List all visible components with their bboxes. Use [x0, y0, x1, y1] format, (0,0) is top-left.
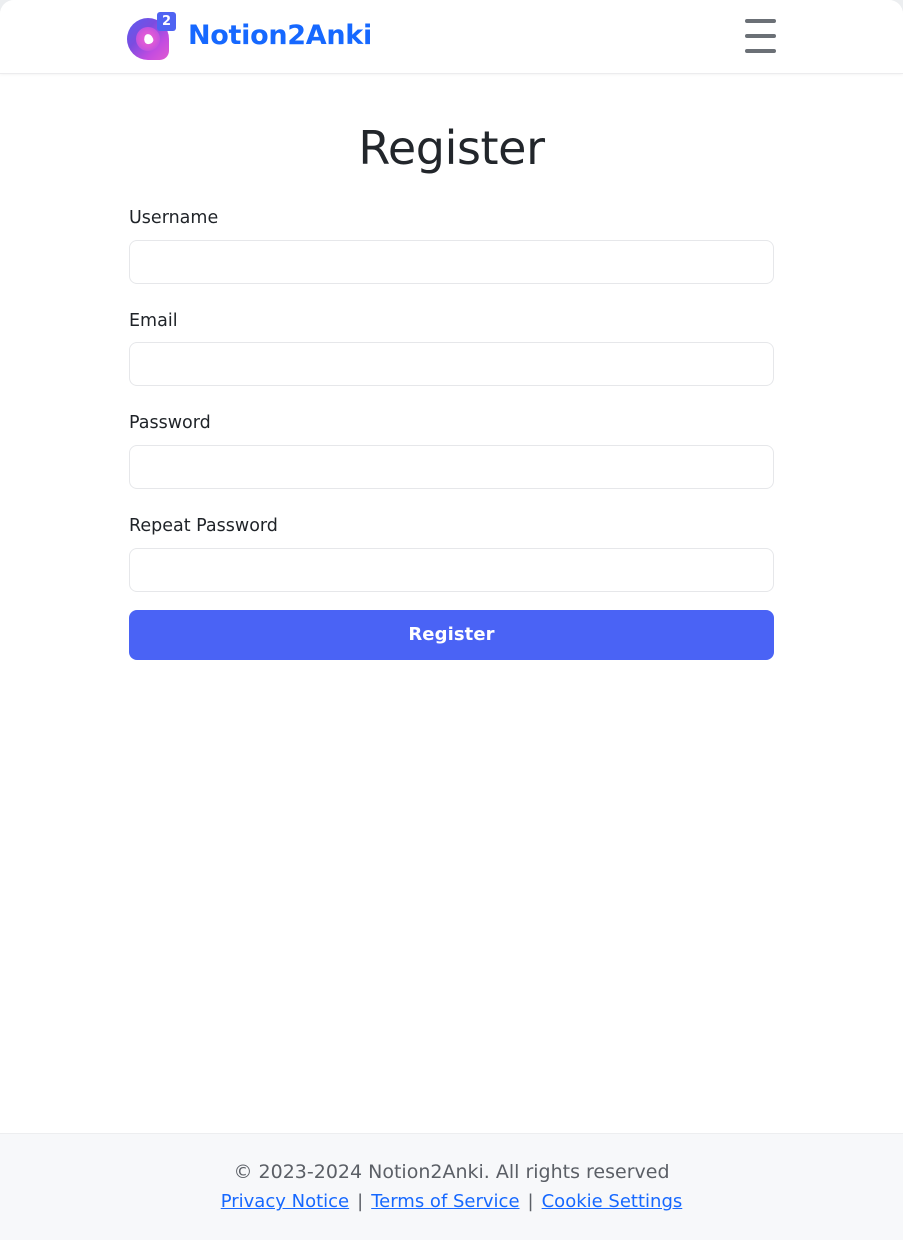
- terms-of-service-link[interactable]: Terms of Service: [371, 1191, 519, 1213]
- field-username: Username: [129, 207, 774, 284]
- register-submit-button[interactable]: Register: [129, 609, 774, 660]
- repeat-password-label: Repeat Password: [129, 516, 278, 537]
- notion2anki-logo-icon: 2: [127, 10, 179, 60]
- password-input[interactable]: [129, 445, 774, 490]
- site-footer: © 2023-2024 Notion2Anki. All rights rese…: [0, 1133, 903, 1240]
- logo-badge-two: 2: [157, 12, 176, 31]
- footer-links: Privacy Notice | Terms of Service | Cook…: [221, 1191, 683, 1213]
- password-label: Password: [129, 413, 211, 434]
- footer-copyright: © 2023-2024 Notion2Anki. All rights rese…: [233, 1161, 670, 1184]
- site-header: 2 Notion2Anki: [0, 0, 903, 74]
- hamburger-menu-icon[interactable]: [742, 19, 778, 53]
- email-input[interactable]: [129, 342, 774, 387]
- repeat-password-input[interactable]: [129, 547, 774, 592]
- username-label: Username: [129, 207, 219, 228]
- brand-logo-link[interactable]: 2 Notion2Anki: [127, 10, 372, 60]
- field-email: Email: [129, 310, 774, 387]
- page-container: 2 Notion2Anki Register Username Email Pa…: [0, 0, 903, 1240]
- menu-bar-bottom: [744, 49, 776, 53]
- register-form: Username Email Password Repeat Password …: [129, 175, 774, 660]
- main-content: Register Username Email Password Repeat …: [0, 74, 903, 1133]
- footer-separator-1: |: [357, 1191, 364, 1213]
- page-title: Register: [358, 121, 545, 175]
- username-input[interactable]: [129, 239, 774, 284]
- brand-name-text: Notion2Anki: [188, 19, 372, 51]
- privacy-notice-link[interactable]: Privacy Notice: [221, 1191, 349, 1213]
- cookie-settings-link[interactable]: Cookie Settings: [542, 1191, 683, 1213]
- field-repeat-password: Repeat Password: [129, 515, 774, 592]
- email-label: Email: [129, 310, 178, 331]
- menu-bar-middle: [744, 34, 776, 38]
- field-password: Password: [129, 412, 774, 490]
- menu-bar-top: [744, 19, 776, 23]
- footer-separator-2: |: [527, 1191, 534, 1213]
